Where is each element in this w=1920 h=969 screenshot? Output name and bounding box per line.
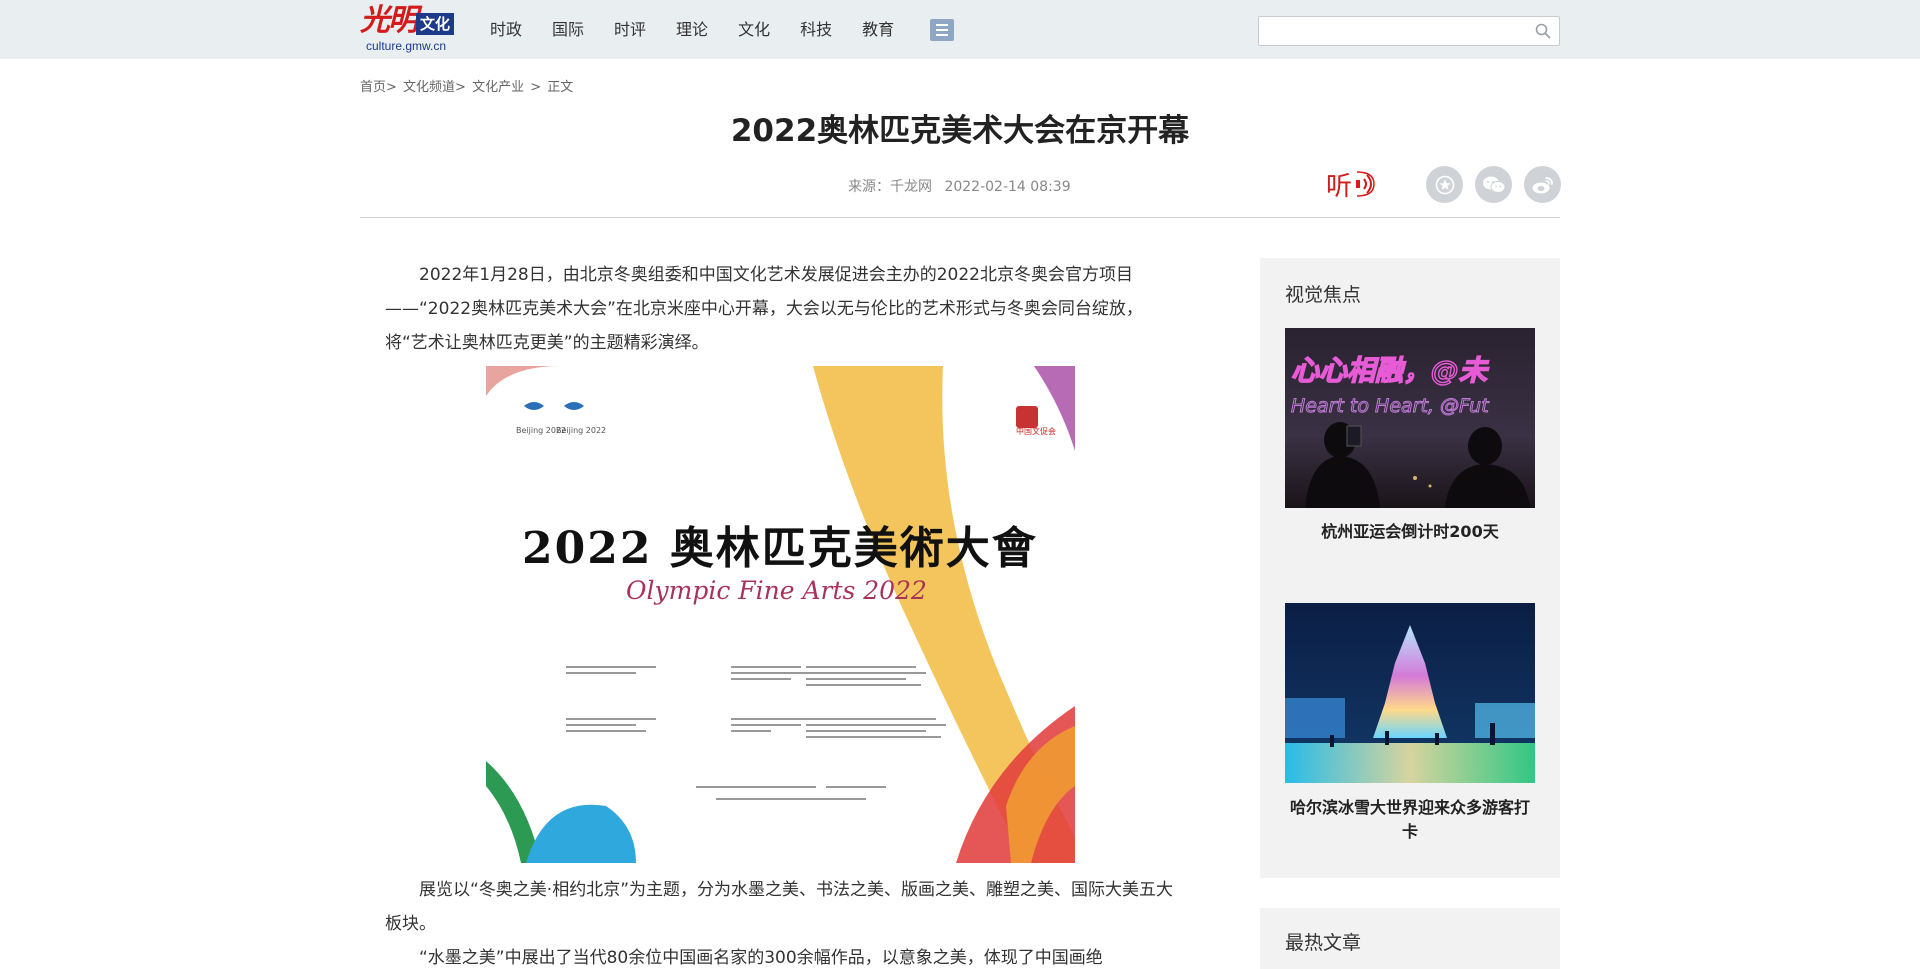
focus-caption-asian-games[interactable]: 杭州亚运会倒计时200天 xyxy=(1285,520,1535,544)
focus-caption-ice-world[interactable]: 哈尔滨冰雪大世界迎来众多游客打卡 xyxy=(1285,796,1535,844)
nav-item-politics[interactable]: 时政 xyxy=(490,0,522,59)
nav-item-world[interactable]: 国际 xyxy=(552,0,584,59)
ice-world-photo xyxy=(1285,603,1535,783)
listen-button[interactable]: 听 xyxy=(1326,164,1375,204)
wechat-icon xyxy=(1482,176,1505,193)
article-meta: 来源：千龙网 2022-02-14 08:39 xyxy=(848,176,1079,196)
speaker-wave-icon xyxy=(1356,171,1375,197)
breadcrumb-channel[interactable]: 文化频道> xyxy=(403,80,466,95)
poster-title: 2022 奥林匹克美術大會 xyxy=(522,523,1038,574)
logo-tag: 文化 xyxy=(416,13,455,35)
poster-logo-org: 中国文促会 xyxy=(1016,427,1056,436)
wechat-share-button[interactable] xyxy=(1475,166,1512,203)
hot-articles-panel: 最热文章 xyxy=(1260,908,1560,969)
focus-image-ice-world[interactable] xyxy=(1285,603,1535,783)
site-logo[interactable]: 光明 文化 culture.gmw.cn xyxy=(360,3,460,53)
nav-item-theory[interactable]: 理论 xyxy=(676,0,708,59)
star-icon xyxy=(1435,175,1454,194)
visual-focus-title: 视觉焦点 xyxy=(1285,284,1362,306)
search-input[interactable] xyxy=(1259,17,1519,45)
logo-brush-text: 光明 xyxy=(360,3,418,38)
article-source: 来源：千龙网 xyxy=(848,179,932,195)
breadcrumb-separator: > xyxy=(530,80,542,95)
listen-label: 听 xyxy=(1326,171,1353,202)
article-body: 2022年1月28日，由北京冬奥组委和中国文化艺术发展促进会主办的2022北京冬… xyxy=(385,258,1175,969)
search-icon[interactable] xyxy=(1535,23,1551,39)
article-paragraph: 2022年1月28日，由北京冬奥组委和中国文化艺术发展促进会主办的2022北京冬… xyxy=(385,265,1143,353)
favorite-button[interactable] xyxy=(1426,166,1463,203)
weibo-icon xyxy=(1532,176,1553,193)
poster-subtitle: Olympic Fine Arts 2022 xyxy=(626,576,927,605)
search-box xyxy=(1258,16,1560,46)
weibo-share-button[interactable] xyxy=(1524,166,1561,203)
breadcrumb-industry[interactable]: 文化产业 xyxy=(472,80,524,95)
nav-item-culture[interactable]: 文化 xyxy=(738,0,770,59)
article-paragraph: 展览以“冬奥之美·相约北京”为主题，分为水墨之美、书法之美、版画之美、雕塑之美、… xyxy=(385,880,1174,934)
breadcrumb: 首页> 文化频道> 文化产业 > 正文 xyxy=(360,76,575,95)
nav-item-commentary[interactable]: 时评 xyxy=(614,0,646,59)
asian-games-photo: 心心相融，@未 Heart to Heart, @Fut xyxy=(1285,328,1535,508)
article-datetime: 2022-02-14 08:39 xyxy=(944,179,1071,195)
poster-logo-paralympic: Beijing 2022 xyxy=(556,426,607,435)
visual-focus-panel: 视觉焦点 心心相融，@未 Heart to Heart, @Fut 杭州亚运会倒… xyxy=(1260,258,1560,878)
logo-url: culture.gmw.cn xyxy=(366,39,447,53)
hot-articles-title: 最热文章 xyxy=(1285,932,1362,954)
focus-image-asian-games[interactable]: 心心相融，@未 Heart to Heart, @Fut xyxy=(1285,328,1535,508)
banner-cn-text: 心心相融，@未 xyxy=(1291,354,1489,387)
breadcrumb-home[interactable]: 首页> xyxy=(360,80,397,95)
nav-item-tech[interactable]: 科技 xyxy=(800,0,832,59)
nav-item-education[interactable]: 教育 xyxy=(862,0,894,59)
article-poster-image: Beijing 2022 Beijing 2022 中国文促会 2022 奥林匹… xyxy=(486,366,1075,863)
main-nav: 时政 国际 时评 理论 文化 科技 教育 xyxy=(490,0,955,59)
poster-artwork xyxy=(486,366,1075,863)
breadcrumb-current: 正文 xyxy=(547,80,574,95)
article-title: 2022奥林匹克美术大会在京开幕 xyxy=(730,113,1190,149)
article-paragraph: “水墨之美”中展出了当代80余位中国画名家的300余幅作品，以意象之美，体现了中… xyxy=(419,948,1103,968)
top-navigation-bar: 光明 文化 culture.gmw.cn 时政 国际 时评 理论 文化 科技 教… xyxy=(0,0,1920,59)
menu-list-icon[interactable] xyxy=(930,18,955,41)
banner-en-text: Heart to Heart, @Fut xyxy=(1291,395,1490,417)
header-divider xyxy=(360,217,1560,218)
